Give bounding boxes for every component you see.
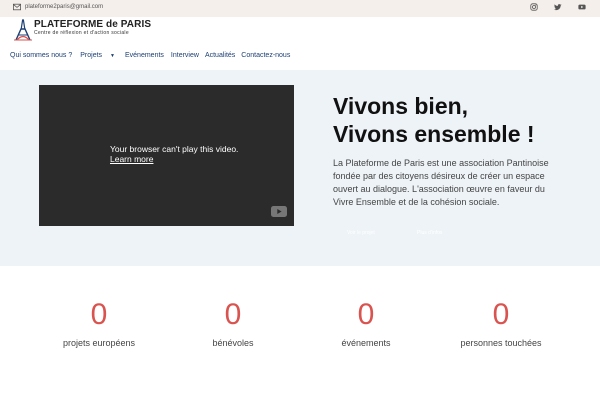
site-logo[interactable]: PLATEFORME de PARIS Centre de réflexion …: [13, 19, 151, 41]
hero-intro: La Plateforme de Paris est une associati…: [333, 158, 549, 207]
youtube-logo-icon[interactable]: [271, 206, 287, 217]
stat-personnes: 0 personnes touchées: [436, 298, 566, 348]
hero-heading-line-1: Vivons bien,: [333, 93, 469, 119]
plus-infos-button[interactable]: Plus d'infos: [417, 230, 442, 236]
nav-item-evenements[interactable]: Evénements: [125, 52, 164, 59]
stat-value: 0: [357, 298, 375, 331]
nav-item-qui-sommes-nous[interactable]: Qui sommes nous ?: [10, 52, 72, 59]
nav-item-actualites[interactable]: Actualités: [205, 52, 235, 59]
stat-label: personnes touchées: [460, 338, 542, 348]
nav-label[interactable]: Interview: [171, 52, 199, 59]
nav-label[interactable]: Actualités: [205, 52, 235, 59]
nav-label[interactable]: Evénements: [125, 52, 164, 59]
stat-value: 0: [492, 298, 510, 331]
hero-heading-line-2: Vivons ensemble !: [333, 121, 535, 147]
mail-icon: [13, 3, 21, 11]
nav-label[interactable]: Qui sommes nous ?: [10, 52, 72, 59]
social-links: [530, 3, 586, 11]
stat-label: événements: [341, 338, 391, 348]
email-contact[interactable]: plateforme2paris@gmail.com: [13, 3, 103, 11]
stat-evenements: 0 événements: [301, 298, 431, 348]
logo-title: PLATEFORME de PARIS: [34, 19, 152, 30]
top-bar: plateforme2paris@gmail.com: [0, 0, 600, 17]
stat-value: 0: [90, 298, 108, 331]
nav-item-contactez-nous[interactable]: Contactez-nous: [241, 52, 290, 59]
learn-more-link[interactable]: Learn more: [110, 154, 238, 164]
nav-item-interview[interactable]: Interview: [171, 52, 199, 59]
video-error-text: Your browser can't play this video.: [110, 144, 239, 154]
logo-tagline: Centre de réflexion et d'action sociale: [34, 30, 129, 36]
instagram-icon[interactable]: [530, 3, 538, 11]
nav-item-projets[interactable]: Projets ▼: [80, 52, 115, 59]
voir-projet-button[interactable]: Voir le projet: [347, 230, 375, 236]
stat-projets: 0 projets européens: [34, 298, 164, 348]
main-nav: Qui sommes nous ? Projets ▼ Evénements I…: [10, 52, 290, 59]
video-error-message: Your browser can't play this video. Lear…: [110, 144, 238, 164]
caret-down-icon[interactable]: ▼: [110, 53, 115, 59]
nav-label[interactable]: Projets: [80, 52, 102, 59]
email-address[interactable]: plateforme2paris@gmail.com: [25, 4, 103, 10]
hero-heading: Vivons bien, Vivons ensemble !: [333, 92, 535, 148]
twitter-icon[interactable]: [554, 3, 562, 11]
stat-value: 0: [224, 298, 242, 331]
stat-label: projets européens: [62, 338, 136, 348]
video-player[interactable]: Your browser can't play this video. Lear…: [39, 85, 294, 226]
stat-benevoles: 0 bénévoles: [168, 298, 298, 348]
nav-label[interactable]: Contactez-nous: [241, 52, 290, 59]
eiffel-tower-logo-icon: [14, 19, 32, 41]
stat-label: bénévoles: [212, 338, 254, 348]
youtube-icon[interactable]: [578, 3, 586, 11]
